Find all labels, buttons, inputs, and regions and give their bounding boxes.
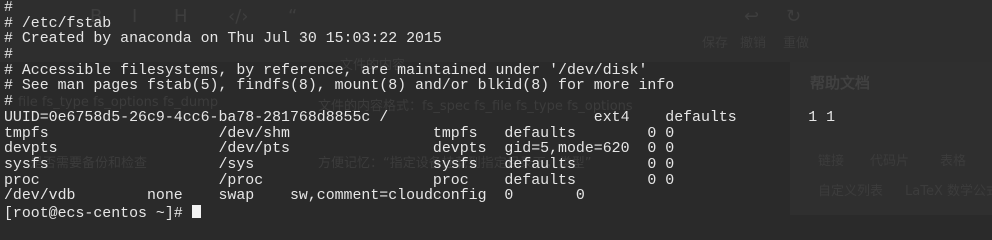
fstab-comment-line: # (4, 0, 13, 16)
help-link: 表格 (940, 154, 967, 169)
terminal-output[interactable]: # # /etc/fstab # Created by anaconda on Th… (4, 0, 836, 222)
help-link: 代码片 (870, 154, 910, 169)
fstab-entry-sysfs: sysfs /sys sysfs defaults 0 0 (4, 156, 675, 173)
shell-prompt: [root@ecs-centos ~]# (4, 205, 192, 222)
fstab-entry-swap: /dev/vdb none swap sw,comment=cloudconfi… (4, 188, 585, 205)
fstab-comment-line: # Accessible filesystems, by reference, … (4, 62, 648, 79)
help-link: LaTeX 数学公式 (905, 184, 992, 199)
fstab-comment-line: # See man pages fstab(5), findfs(8), mou… (4, 78, 675, 95)
fstab-entry-devpts: devpts /dev/pts devpts gid=5,mode=620 0 … (4, 141, 675, 158)
fstab-comment-line: # (4, 47, 13, 64)
fstab-entry-root: UUID=0e6758d5-26c9-4cc6-ba78-281768d8855… (4, 109, 836, 126)
fstab-entry-tmpfs: tmpfs /dev/shm tmpfs defaults 0 0 (4, 125, 675, 142)
shell-prompt-line[interactable]: [root@ecs-centos ~]# (4, 204, 835, 222)
terminal-cursor (191, 204, 201, 218)
fstab-comment-line: # Created by anaconda on Thu Jul 30 15:0… (4, 31, 442, 48)
fstab-comment-line: # /etc/fstab (4, 15, 112, 32)
fstab-entry-proc: proc /proc proc defaults 0 0 (4, 172, 675, 189)
fstab-comment-line: # (4, 94, 13, 111)
